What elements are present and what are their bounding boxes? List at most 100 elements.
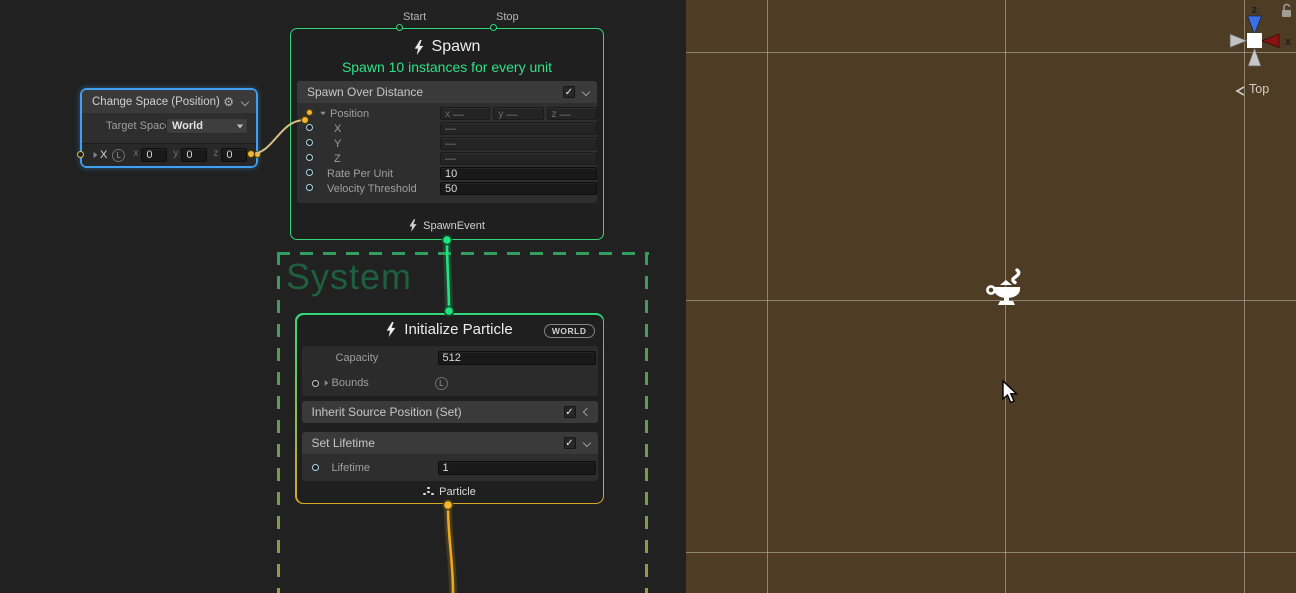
spawn-stop-port-label: Stop — [496, 11, 519, 23]
lightning-bolt-icon — [409, 219, 417, 232]
gizmo-minus-z-cone — [1248, 48, 1261, 66]
system-group-border-right — [645, 252, 648, 593]
world-space-badge[interactable]: WORLD — [544, 324, 595, 338]
position-label: Position — [330, 108, 369, 120]
input-x-label: X — [100, 149, 107, 161]
axis-x-label: x — [133, 148, 138, 162]
spawn-over-distance-header[interactable]: Spawn Over Distance ✓ — [297, 81, 597, 103]
mouse-cursor — [1002, 380, 1020, 406]
target-space-label: Target Space — [106, 120, 171, 132]
view-orientation-label[interactable]: Top — [1249, 82, 1269, 96]
y-value-field[interactable]: 0 — [181, 148, 207, 162]
lightning-bolt-icon — [414, 40, 424, 55]
unity-window: System Start Stop Change Space (Position… — [0, 0, 1296, 593]
bounds-port[interactable] — [312, 380, 319, 387]
velocity-threshold-port[interactable] — [306, 184, 313, 191]
x-field[interactable]: — — [440, 122, 597, 135]
lifetime-label: Lifetime — [332, 462, 371, 474]
block-enabled-checkbox[interactable]: ✓ — [563, 86, 575, 98]
block-title: Set Lifetime — [312, 436, 564, 450]
node-initialize-particle[interactable]: Initialize Particle WORLD Capacity 512 B… — [295, 313, 604, 504]
system-group-label: System — [286, 256, 412, 298]
bounds-local-badge[interactable]: L — [435, 377, 448, 390]
x-value-field[interactable]: 0 — [141, 148, 167, 162]
axis-y-label: y — [173, 148, 178, 162]
z-label: Z — [334, 153, 341, 165]
gizmo-z-axis-label: z — [1252, 4, 1258, 16]
y-label: Y — [334, 138, 341, 150]
block-collapse-chevron-icon[interactable] — [582, 88, 590, 96]
node-change-space-position[interactable]: Change Space (Position) ⚙ Target Space W… — [80, 88, 258, 168]
change-space-header[interactable]: Change Space (Position) ⚙ — [82, 90, 256, 113]
z-port[interactable] — [306, 154, 313, 161]
vfx-graph-canvas[interactable]: System Start Stop Change Space (Position… — [0, 0, 686, 593]
expand-triangle-icon[interactable] — [94, 152, 98, 158]
visual-effect-lamp-icon[interactable] — [985, 268, 1027, 310]
block-set-lifetime[interactable]: Set Lifetime ✓ Lifetime 1 — [302, 432, 598, 481]
velocity-threshold-field[interactable]: 50 — [440, 182, 597, 195]
y-field[interactable]: — — [440, 137, 597, 150]
spawn-title: Spawn — [432, 38, 481, 56]
block-enabled-checkbox[interactable]: ✓ — [564, 437, 576, 449]
initialize-settings-panel: Capacity 512 Bounds L — [302, 346, 598, 396]
particle-output-row: Particle — [297, 486, 603, 498]
system-group-border-left — [277, 252, 280, 593]
local-space-badge[interactable]: L — [112, 149, 125, 162]
particle-label: Particle — [439, 486, 476, 498]
block-spawn-over-distance[interactable]: Spawn Over Distance ✓ Position x— y— z— — [297, 81, 597, 203]
axis-z-label: z — [213, 148, 218, 162]
block-collapse-chevron-icon[interactable] — [582, 438, 590, 446]
spawn-start-port-label: Start — [403, 11, 426, 23]
spawn-subtitle: Spawn 10 instances for every unit — [291, 59, 603, 75]
gizmo-minus-x-cone — [1230, 34, 1247, 48]
y-port[interactable] — [306, 139, 313, 146]
target-space-dropdown[interactable]: World — [166, 118, 248, 134]
position-expand-triangle[interactable] — [320, 112, 326, 116]
gizmo-x-axis-label: x — [1285, 36, 1292, 48]
position-port[interactable] — [306, 109, 313, 116]
change-space-title: Change Space (Position) — [90, 96, 223, 108]
gizmo-x-axis-cone — [1262, 34, 1279, 48]
x-port[interactable] — [306, 124, 313, 131]
spawn-event-label: SpawnEvent — [423, 220, 485, 232]
rate-per-unit-port[interactable] — [306, 169, 313, 176]
position-y-field: y— — [493, 107, 543, 120]
scene-view[interactable]: z x /* gizmo labels bound below */ Top — [686, 0, 1296, 593]
block-enabled-checkbox[interactable]: ✓ — [564, 406, 576, 418]
node-spawn[interactable]: Spawn Spawn 10 instances for every unit … — [290, 28, 604, 240]
position-x-field: x— — [440, 107, 490, 120]
lightning-bolt-icon — [386, 322, 396, 337]
system-group-border-top — [277, 252, 649, 255]
input-port-x[interactable] — [77, 151, 84, 158]
block-title: Spawn Over Distance — [307, 85, 563, 99]
rate-per-unit-field[interactable]: 10 — [440, 167, 597, 180]
target-space-value: World — [172, 120, 203, 132]
block-collapsed-chevron-icon[interactable] — [582, 407, 590, 415]
spawn-event-output-row: SpawnEvent — [291, 219, 603, 232]
block-title: Inherit Source Position (Set) — [312, 405, 564, 419]
settings-gear-icon[interactable]: ⚙ — [223, 96, 234, 108]
bounds-label: Bounds — [332, 377, 369, 389]
z-field[interactable]: — — [440, 152, 597, 165]
stop-flow-port[interactable] — [490, 24, 497, 31]
bounds-expand-triangle[interactable] — [324, 380, 328, 386]
rotation-lock-icon[interactable] — [1280, 3, 1293, 18]
lifetime-port[interactable] — [312, 464, 319, 471]
spawn-title-row: Spawn — [291, 38, 603, 56]
velocity-threshold-label: Velocity Threshold — [327, 183, 417, 195]
output-port-position[interactable] — [254, 151, 261, 158]
dropdown-arrow-icon — [237, 125, 243, 129]
lifetime-field[interactable]: 1 — [438, 461, 596, 475]
capacity-label: Capacity — [336, 352, 379, 364]
capacity-field[interactable]: 512 — [438, 351, 596, 365]
collapse-chevron-icon[interactable] — [241, 97, 249, 105]
start-flow-port[interactable] — [396, 24, 403, 31]
change-space-io-row: X L x0 y0 z0 — [82, 143, 256, 166]
scene-grid-line — [686, 552, 1296, 553]
block-inherit-source-position[interactable]: Inherit Source Position (Set) ✓ — [302, 401, 598, 423]
z-value-field[interactable]: 0 — [221, 148, 247, 162]
rate-per-unit-label: Rate Per Unit — [327, 168, 393, 180]
initialize-title: Initialize Particle — [404, 321, 512, 338]
view-axis-arrow-icon[interactable] — [1234, 84, 1246, 98]
gizmo-z-axis-cone — [1248, 16, 1262, 34]
